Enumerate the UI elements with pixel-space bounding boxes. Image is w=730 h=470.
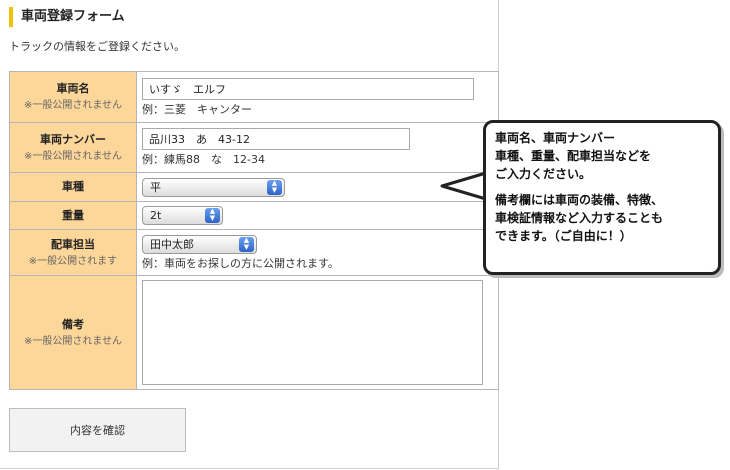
- select-arrows-icon: ▲ ▼: [267, 179, 282, 195]
- label-cell: 車両ナンバー ※一般公開されません: [9, 122, 137, 173]
- label-cell: 車種: [9, 172, 137, 202]
- row-remarks: 備考 ※一般公開されません: [9, 275, 499, 390]
- select-arrows-icon: ▲ ▼: [205, 208, 220, 223]
- field-label: 重量: [62, 208, 84, 222]
- callout-paragraph-1: 車両名、車両ナンバー 車種、重量、配車担当などを ご入力ください。: [495, 129, 709, 183]
- field-note: ※一般公開されます: [28, 255, 118, 267]
- field-note: ※一般公開されません: [23, 335, 123, 347]
- field-cell: 田中太郎 ▲ ▼ 例：車両をお探しの方に公開されます。: [136, 229, 499, 276]
- field-label: 備考: [62, 317, 84, 331]
- vehicle-type-select[interactable]: 平 ▲ ▼: [142, 177, 285, 197]
- confirm-button[interactable]: 内容を確認: [9, 408, 186, 452]
- field-example: 例：練馬88 な 12-34: [142, 153, 265, 166]
- registration-table: 車両名 ※一般公開されません 例：三菱 キャンター 車両ナンバー ※一般公開され…: [9, 71, 499, 390]
- callout-line: 車種、重量、配車担当などを: [495, 149, 652, 163]
- label-cell: 車両名 ※一般公開されません: [9, 71, 137, 123]
- label-cell: 備考 ※一般公開されません: [9, 275, 137, 390]
- row-plate-number: 車両ナンバー ※一般公開されません 例：練馬88 な 12-34: [9, 122, 499, 173]
- field-note: ※一般公開されません: [23, 100, 123, 111]
- field-label: 車両ナンバー: [40, 132, 106, 146]
- row-vehicle-type: 車種 平 ▲ ▼: [9, 172, 499, 202]
- field-label: 車種: [62, 180, 84, 193]
- label-cell: 重量: [9, 201, 137, 230]
- field-example: 例：三菱 キャンター: [142, 102, 252, 116]
- weight-select[interactable]: 2t ▲ ▼: [142, 206, 223, 225]
- plate-number-input[interactable]: [142, 128, 410, 150]
- field-note: ※一般公開されません: [23, 150, 123, 162]
- row-vehicle-name: 車両名 ※一般公開されません 例：三菱 キャンター: [9, 71, 499, 123]
- callout-paragraph-2: 備考欄には車両の装備、特徴、 車検証情報など入力することも できます。（ご自由に…: [495, 191, 709, 245]
- field-example: 例：車両をお探しの方に公開されます。: [142, 256, 339, 270]
- callout-line: 備考欄には車両の装備、特徴、: [495, 193, 664, 207]
- field-label: 配車担当: [51, 237, 95, 251]
- field-cell: 例：三菱 キャンター: [136, 71, 499, 123]
- callout-line: 車両名、車両ナンバー: [495, 131, 616, 145]
- select-value: 田中太郎: [150, 237, 194, 251]
- callout-line: 車検証情報など入力することも: [495, 211, 664, 225]
- field-cell: 例：練馬88 な 12-34: [136, 122, 499, 173]
- vehicle-name-input[interactable]: [142, 77, 474, 100]
- select-value: 2t: [150, 209, 162, 222]
- callout-pointer: [440, 171, 486, 201]
- dispatcher-select[interactable]: 田中太郎 ▲ ▼: [142, 234, 257, 254]
- select-arrows-icon: ▲ ▼: [239, 236, 254, 252]
- form-description: トラックの情報をご登録ください。: [9, 40, 185, 53]
- help-callout: 車両名、車両ナンバー 車種、重量、配車担当などを ご入力ください。 備考欄には車…: [483, 120, 721, 275]
- field-label: 車両名: [56, 82, 90, 95]
- remarks-textarea[interactable]: [142, 280, 483, 385]
- field-cell: 2t ▲ ▼: [136, 201, 499, 230]
- field-cell: [136, 275, 499, 390]
- form-panel: 車両登録フォーム トラックの情報をご登録ください。 車両名 ※一般公開されません…: [0, 0, 499, 469]
- label-cell: 配車担当 ※一般公開されます: [9, 229, 137, 276]
- form-title: 車両登録フォーム: [9, 7, 125, 27]
- callout-line: ご入力ください。: [495, 167, 592, 181]
- select-value: 平: [150, 180, 161, 194]
- row-weight: 重量 2t ▲ ▼: [9, 201, 499, 230]
- row-dispatcher: 配車担当 ※一般公開されます 田中太郎 ▲ ▼ 例：車両をお探しの方に公開されます…: [9, 229, 499, 276]
- callout-line: できます。（ご自由に！）: [495, 229, 632, 243]
